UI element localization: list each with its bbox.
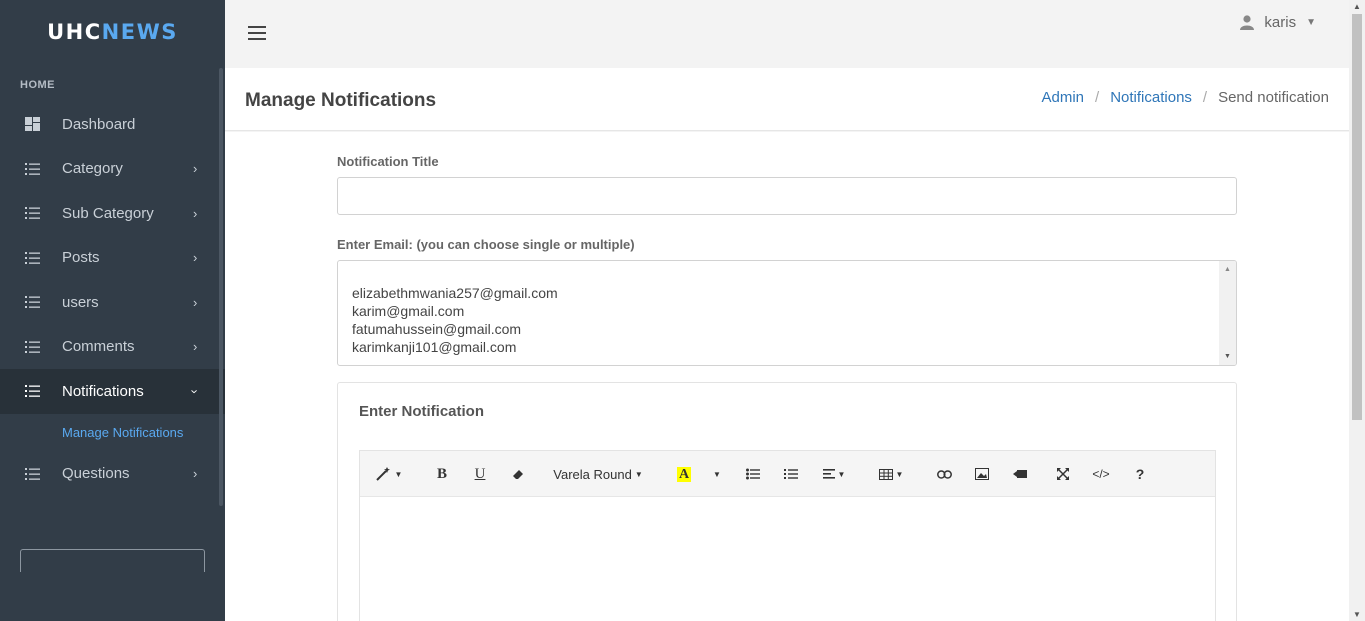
breadcrumb-current: Send notification (1218, 89, 1329, 106)
chevron-right-icon: › (193, 466, 198, 482)
email-label: Enter Email: (you can choose single or m… (337, 237, 635, 252)
chevron-right-icon: › (193, 161, 198, 177)
chevron-right-icon: › (193, 339, 198, 355)
sidebar-item-label: Dashboard (62, 115, 136, 133)
chevron-right-icon: › (193, 294, 198, 310)
page-header: Manage Notifications Admin / Notificatio… (225, 68, 1349, 131)
email-select[interactable]: elizabethmwania257@gmail.com karim@gmail… (337, 260, 1237, 366)
scroll-up-icon[interactable]: ▲ (1224, 266, 1231, 273)
panel-title: Enter Notification (359, 403, 485, 420)
topbar: karis ▼ (225, 0, 1349, 68)
sidebar-item-label: users (62, 293, 99, 311)
sidebar-item-label: Questions (62, 465, 130, 483)
sidebar-item-posts[interactable]: Posts › (0, 236, 225, 281)
link-icon[interactable] (934, 463, 954, 485)
sidebar-item-label: Comments (62, 338, 135, 356)
chevron-right-icon: › (193, 250, 198, 266)
list-icon (25, 162, 40, 175)
breadcrumb-separator: / (1095, 89, 1100, 106)
notification-panel: Enter Notification ▼ B U Varela Round ▼ A… (337, 382, 1237, 621)
video-icon[interactable] (1010, 463, 1030, 485)
rich-text-editor[interactable]: ▼ B U Varela Round ▼ A ▼ ▼ ▼ </> ? (359, 450, 1216, 621)
user-icon (1240, 15, 1255, 30)
page-title: Manage Notifications (245, 90, 437, 111)
list-icon (25, 467, 40, 480)
chevron-down-icon: › (187, 389, 203, 394)
sidebar-item-category[interactable]: Category › (0, 147, 225, 192)
unordered-list-icon[interactable] (743, 463, 763, 485)
sidebar-scrollbar[interactable] (219, 68, 223, 506)
bold-icon[interactable]: B (432, 463, 452, 485)
list-icon (25, 385, 40, 398)
sidebar-item-label: Category (62, 160, 123, 178)
font-family-value: Varela Round (553, 466, 632, 482)
dashboard-icon (25, 117, 40, 132)
underline-icon[interactable]: U (470, 463, 490, 485)
list-icon (25, 340, 40, 353)
sidebar-item-dashboard[interactable]: Dashboard (0, 102, 225, 147)
color-dropdown-icon[interactable]: ▼ (710, 463, 724, 485)
sidebar-item-notifications[interactable]: Notifications › (0, 369, 225, 414)
scroll-down-icon[interactable]: ▼ (1224, 353, 1231, 360)
nav-header: HOME (20, 79, 55, 91)
eraser-icon[interactable] (508, 463, 528, 485)
sidebar-item-sub-category[interactable]: Sub Category › (0, 191, 225, 236)
sidebar-item-label: Notifications (62, 382, 144, 400)
email-option[interactable]: karimkanji101@gmail.com (352, 339, 516, 355)
brand-logo[interactable]: UHC NEWS (0, 0, 225, 64)
caret-down-icon: ▼ (1306, 17, 1316, 28)
breadcrumb-admin[interactable]: Admin (1042, 89, 1085, 106)
sidebar-subitem-manage-notifications[interactable]: Manage Notifications (0, 413, 225, 452)
sidebar: UHC NEWS HOME Dashboard Category › Sub Ca… (0, 0, 225, 621)
highlight-color-icon[interactable]: A (674, 463, 694, 485)
notification-title-label: Notification Title (337, 154, 439, 169)
user-name: karis (1264, 14, 1297, 31)
email-option[interactable]: elizabethmwania257@gmail.com (352, 285, 558, 301)
email-option[interactable]: karim@gmail.com (352, 303, 464, 319)
list-icon (25, 251, 40, 264)
sidebar-item-comments[interactable]: Comments › (0, 325, 225, 370)
scroll-up-icon[interactable]: ▲ (1353, 2, 1361, 11)
user-menu[interactable]: karis ▼ (1240, 14, 1316, 31)
email-scrollbar[interactable]: ▲ ▼ (1219, 261, 1236, 365)
brand-part-1: UHC (47, 20, 102, 44)
main-content: Notification Title Enter Email: (you can… (225, 132, 1349, 621)
font-family-select[interactable]: Varela Round ▼ (552, 463, 644, 485)
breadcrumb: Admin / Notifications / Send notificatio… (1042, 89, 1330, 106)
align-icon[interactable]: ▼ (819, 463, 849, 485)
fullscreen-icon[interactable] (1053, 463, 1073, 485)
list-icon (25, 296, 40, 309)
image-icon[interactable] (972, 463, 992, 485)
chevron-right-icon: › (193, 205, 198, 221)
sidebar-item-label: Sub Category (62, 204, 154, 222)
magic-wand-icon[interactable]: ▼ (374, 463, 404, 485)
breadcrumb-notifications[interactable]: Notifications (1110, 89, 1192, 106)
brand-part-2: NEWS (101, 20, 178, 44)
code-view-icon[interactable]: </> (1089, 463, 1113, 485)
ordered-list-icon[interactable] (781, 463, 801, 485)
menu-toggle-icon[interactable] (248, 26, 266, 40)
scroll-down-icon[interactable]: ▼ (1353, 610, 1361, 619)
sidebar-item-questions[interactable]: Questions › (0, 452, 225, 497)
email-option[interactable]: fatumahussein@gmail.com (352, 321, 521, 337)
sidebar-bottom (0, 572, 225, 621)
breadcrumb-separator: / (1202, 89, 1208, 106)
sidebar-item-label: Posts (62, 249, 100, 267)
page-scrollbar[interactable]: ▲ ▼ (1349, 0, 1365, 621)
sidebar-item-users[interactable]: users › (0, 280, 225, 325)
list-icon (25, 207, 40, 220)
help-icon[interactable]: ? (1131, 463, 1149, 485)
scrollbar-thumb[interactable] (1352, 14, 1362, 420)
notification-title-input[interactable] (337, 177, 1237, 215)
editor-toolbar: ▼ B U Varela Round ▼ A ▼ ▼ ▼ </> ? (360, 451, 1215, 497)
table-icon[interactable]: ▼ (876, 463, 906, 485)
